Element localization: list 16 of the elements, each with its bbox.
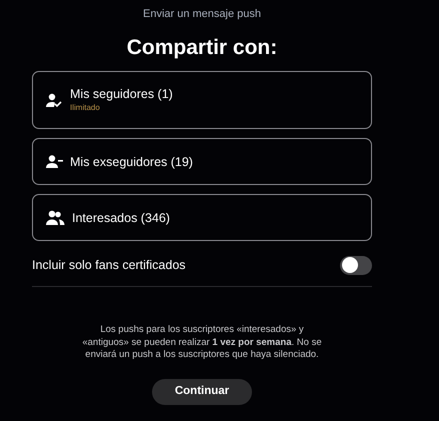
option-card[interactable]: Interesados (346) (32, 194, 372, 241)
toggle-switch[interactable] (340, 256, 372, 274)
continue-button[interactable]: Continuar (152, 378, 252, 404)
option-label: Interesados (346) (72, 210, 170, 226)
info-text: Los pushs para los suscriptores «interesados» y «antiguos» se pueden realizar 1 vez por semana. No se enviará un push a los suscriptores que haya silenciado. (82, 324, 322, 362)
option-label: Mis exseguidores (19) (70, 154, 193, 170)
option-card[interactable]: Mis seguidores (1) Ilimitado (32, 71, 372, 129)
subtitle: Enviar un mensaje push (142, 7, 261, 22)
option-label: Mis seguidores (1) (70, 86, 173, 102)
option-note: Ilimitado (70, 102, 101, 114)
user-check-icon (46, 92, 63, 108)
toggle-label: Incluir solo fans certificados (32, 256, 186, 274)
users-icon (46, 210, 65, 225)
option-card[interactable]: Mis exseguidores (19) (32, 138, 372, 185)
title: Compartir con: (126, 35, 278, 61)
user-minus-icon (46, 155, 63, 168)
